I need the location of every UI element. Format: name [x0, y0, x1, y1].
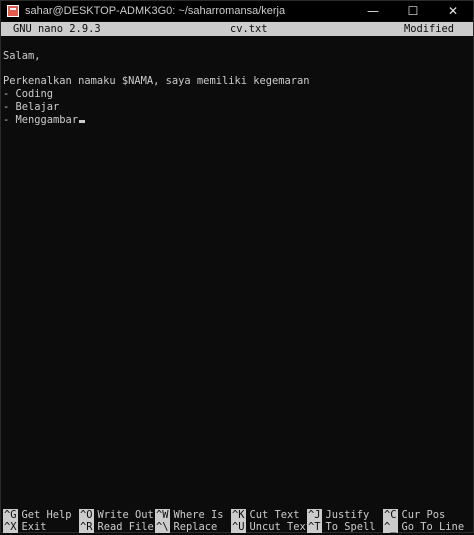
shortcut-label: Go To Line: [401, 521, 465, 533]
shortcut-exit[interactable]: ^X Exit: [3, 521, 47, 533]
shortcut-uncut-text[interactable]: ^U Uncut Text: [231, 521, 312, 533]
terminal-app-icon[interactable]: [7, 5, 19, 17]
shortcut-write-out[interactable]: ^O Write Out: [79, 509, 154, 521]
editor-line[interactable]: Perkenalkan namaku $NAMA, saya memiliki …: [1, 75, 473, 88]
shortcut-label: Justify: [325, 509, 370, 521]
shortcut-key: ^J: [307, 509, 322, 521]
text-editor-area[interactable]: Salam, Perkenalkan namaku $NAMA, saya me…: [1, 37, 473, 127]
editor-line[interactable]: - Coding: [1, 88, 473, 101]
editor-line[interactable]: - Belajar: [1, 101, 473, 114]
shortcut-label: Where Is: [173, 509, 224, 521]
close-button[interactable]: ✕: [433, 1, 473, 21]
shortcut-get-help[interactable]: ^G Get Help: [3, 509, 72, 521]
shortcut-key: ^X: [3, 521, 18, 533]
shortcut-replace[interactable]: ^\ Replace: [155, 521, 217, 533]
text-cursor: [79, 119, 86, 123]
shortcut-key: ^O: [79, 509, 94, 521]
shortcut-key: ^W: [155, 509, 170, 521]
modified-status: Modified: [404, 23, 455, 35]
shortcut-to-spell[interactable]: ^T To Spell: [307, 521, 376, 533]
shortcut-label: Get Help: [21, 509, 72, 521]
shortcut-key: ^_: [383, 521, 398, 533]
shortcut-justify[interactable]: ^J Justify: [307, 509, 369, 521]
shortcut-row: ^G Get Help ^O Write Out ^W Where Is ^K Cut …: [1, 509, 473, 521]
shortcut-row: ^X Exit ^R Read File ^\ Replace ^U Uncut Tex…: [1, 521, 473, 533]
shortcut-cur-pos[interactable]: ^C Cur Pos: [383, 509, 445, 521]
title-bar[interactable]: sahar@DESKTOP-ADMK3G0: ~/saharromansa/ke…: [1, 1, 473, 21]
terminal-window: sahar@DESKTOP-ADMK3G0: ~/saharromansa/ke…: [0, 0, 474, 533]
window-controls: — ☐ ✕: [353, 1, 473, 21]
editor-line[interactable]: [1, 37, 473, 50]
shortcut-key: ^\: [155, 521, 170, 533]
shortcut-key: ^C: [383, 509, 398, 521]
editor-line[interactable]: Salam,: [1, 50, 473, 63]
shortcut-label: Read File: [97, 521, 154, 533]
maximize-button[interactable]: ☐: [393, 1, 433, 21]
shortcut-where-is[interactable]: ^W Where Is: [155, 509, 224, 521]
shortcut-go-to-line[interactable]: ^_ Go To Line: [383, 521, 464, 533]
editor-line-last[interactable]: - Menggambar: [1, 114, 473, 127]
nano-header-bar: GNU nano 2.9.3 cv.txt Modified: [1, 22, 473, 36]
shortcut-bar: ^G Get Help ^O Write Out ^W Where Is ^K Cut …: [1, 509, 473, 535]
shortcut-read-file[interactable]: ^R Read File: [79, 521, 154, 533]
shortcut-key: ^R: [79, 521, 94, 533]
shortcut-label: Write Out: [97, 509, 154, 521]
window-title: sahar@DESKTOP-ADMK3G0: ~/saharromansa/ke…: [25, 5, 286, 17]
shortcut-label: Replace: [173, 521, 218, 533]
shortcut-cut-text[interactable]: ^K Cut Text: [231, 509, 300, 521]
shortcut-key: ^U: [231, 521, 246, 533]
shortcut-label: To Spell: [325, 521, 376, 533]
shortcut-key: ^G: [3, 509, 18, 521]
shortcut-key: ^T: [307, 521, 322, 533]
nano-version: GNU nano 2.9.3: [13, 23, 101, 35]
shortcut-key: ^K: [231, 509, 246, 521]
editor-line-text[interactable]: - Menggambar: [3, 114, 78, 126]
minimize-button[interactable]: —: [353, 1, 393, 21]
shortcut-label: Cut Text: [249, 509, 300, 521]
shortcut-label: Cur Pos: [401, 509, 446, 521]
shortcut-label: Exit: [21, 521, 47, 533]
editor-line[interactable]: [1, 63, 473, 76]
shortcut-label: Uncut Text: [249, 521, 313, 533]
file-name: cv.txt: [230, 23, 268, 35]
